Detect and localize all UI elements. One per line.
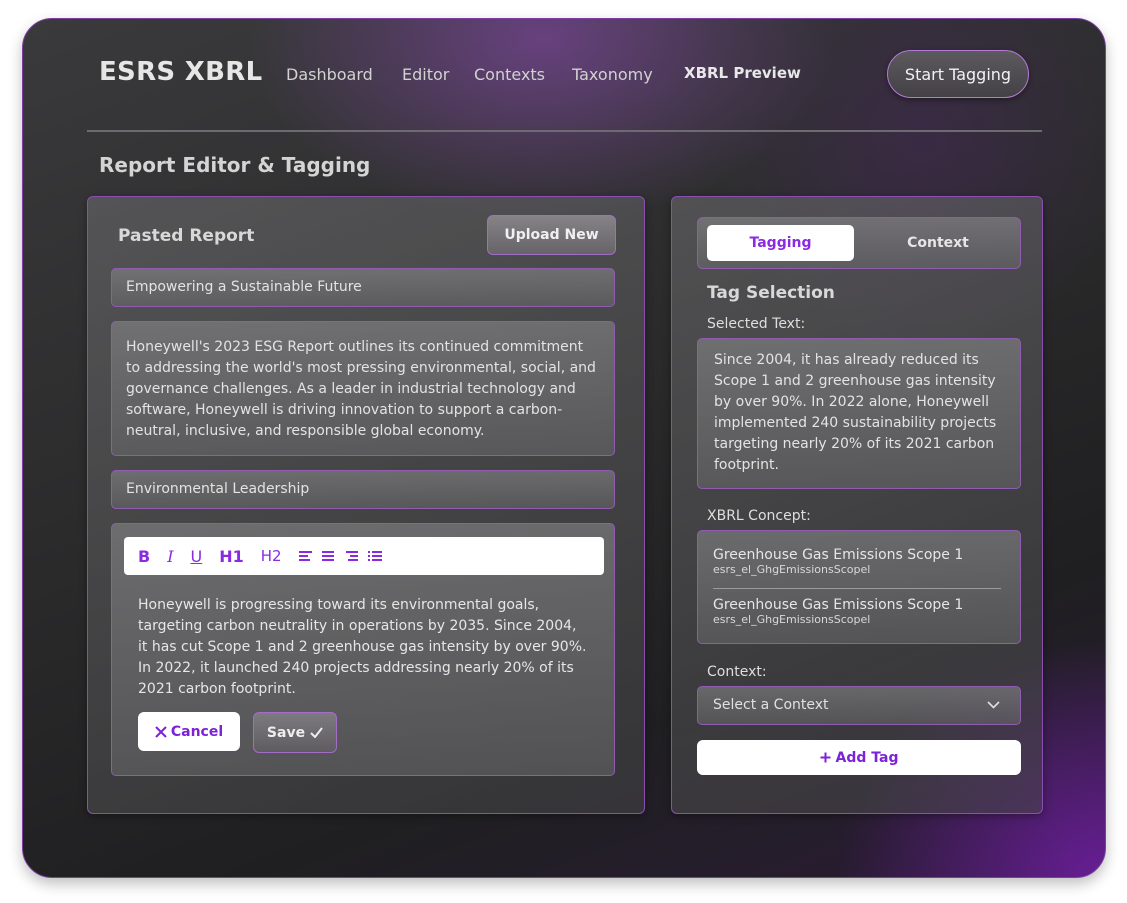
close-icon (155, 725, 167, 738)
concept-option[interactable]: Greenhouse Gas Emissions Scope 1 esrs_el… (713, 597, 963, 626)
header-divider (87, 130, 1042, 132)
add-tag-label: Add Tag (835, 749, 899, 766)
xbrl-concept-label: XBRL Concept: (707, 508, 811, 524)
context-select-value: Select a Context (713, 697, 829, 713)
report-paragraph-1[interactable]: Honeywell's 2023 ESG Report outlines its… (111, 321, 615, 456)
list-icon[interactable] (367, 550, 382, 562)
concept-name: Greenhouse Gas Emissions Scope 1 (713, 547, 964, 563)
page-title: Report Editor & Tagging (99, 153, 371, 177)
context-label: Context: (707, 664, 767, 680)
nav-xbrl-preview[interactable]: XBRL Preview (684, 64, 801, 82)
cancel-button[interactable]: Cancel (138, 712, 240, 751)
start-tagging-button[interactable]: Start Tagging (887, 50, 1029, 98)
concept-code: esrs_el_GhgEmissionsScopel (713, 613, 871, 626)
report-heading-1[interactable]: Empowering a Sustainable Future (111, 268, 615, 307)
cancel-label: Cancel (170, 723, 224, 740)
bold-button[interactable]: B (138, 547, 150, 566)
nav-editor[interactable]: Editor (402, 65, 449, 84)
heading2-button[interactable]: H2 (261, 547, 282, 565)
align-right-icon[interactable] (345, 550, 359, 562)
concept-option[interactable]: Greenhouse Gas Emissions Scope 1 esrs_el… (713, 547, 963, 576)
report-heading-2[interactable]: Environmental Leadership (111, 470, 615, 509)
selected-text-box: Since 2004, it has already reduced its S… (697, 338, 1021, 489)
plus-icon (820, 752, 831, 763)
editor-textarea[interactable]: Honeywell is progressing toward its envi… (138, 595, 588, 700)
tab-tagging[interactable]: Tagging (707, 225, 854, 261)
selected-text-label: Selected Text: (707, 316, 806, 332)
underline-button[interactable]: U (191, 547, 203, 566)
heading1-button[interactable]: H1 (219, 547, 244, 566)
concept-code: esrs_el_GhgEmissionsScopel (713, 563, 871, 576)
nav-dashboard[interactable]: Dashboard (286, 65, 373, 84)
upload-new-button[interactable]: Upload New (487, 215, 616, 255)
nav-contexts[interactable]: Contexts (474, 65, 545, 84)
align-center-icon[interactable] (321, 550, 335, 562)
save-button[interactable]: Save (253, 712, 337, 753)
tab-context[interactable]: Context (863, 225, 1013, 261)
concept-divider (713, 588, 1001, 589)
tag-selection-title: Tag Selection (707, 283, 835, 303)
concept-name: Greenhouse Gas Emissions Scope 1 (713, 597, 964, 613)
app-logo: ESRS XBRL (99, 57, 263, 87)
check-icon (310, 727, 323, 738)
context-select[interactable]: Select a Context (697, 686, 1021, 725)
app-window: ESRS XBRL Dashboard Editor Contexts Taxo… (22, 18, 1106, 878)
align-left-icon[interactable] (298, 550, 313, 562)
report-panel-title: Pasted Report (118, 226, 255, 246)
chevron-down-icon (987, 701, 1000, 709)
add-tag-button[interactable]: Add Tag (697, 740, 1021, 775)
editor-toolbar: B I U H1 H2 (124, 537, 604, 575)
save-label: Save (266, 724, 306, 741)
nav-taxonomy[interactable]: Taxonomy (572, 65, 653, 84)
italic-button[interactable]: I (167, 547, 173, 566)
